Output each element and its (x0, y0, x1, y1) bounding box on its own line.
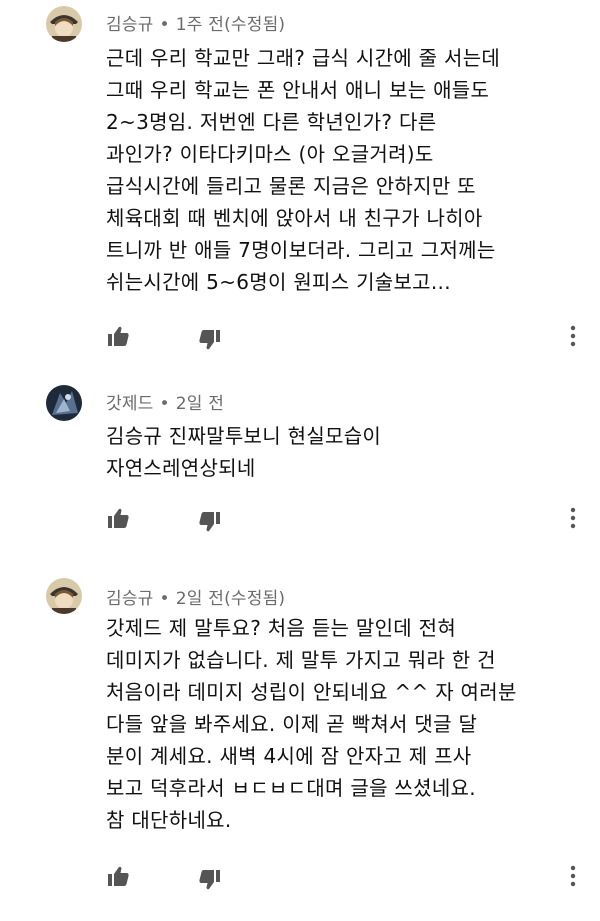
comment-meta: 김승규 • 1주 전(수정됨) (106, 10, 285, 35)
comment-actions (0, 506, 600, 536)
comment-text: 근데 우리 학교만 그래? 급식 시간에 줄 서는데 그때 우리 학교는 폰 안… (106, 42, 576, 298)
thumbs-down-icon[interactable] (198, 328, 222, 352)
thumbs-up-icon[interactable] (106, 506, 130, 530)
comment-line: 보고 덕후라서 ㅂㄷㅂㄷ대며 글을 쓰셨네요. (106, 776, 476, 800)
comment-line: 급식시간에 들리고 물론 지금은 안하지만 또 (106, 174, 476, 198)
meta-separator: • (159, 394, 170, 414)
comment-meta: 갓제드 • 2일 전 (106, 389, 224, 414)
comment-line: 체육대회 때 벤치에 앉아서 내 친구가 나히아 (106, 206, 483, 230)
more-options-icon[interactable] (566, 506, 580, 530)
comment-line: 그때 우리 학교는 폰 안내서 애니 보는 애들도 (106, 78, 490, 102)
more-options-icon[interactable] (566, 324, 580, 348)
comment-line: 트니까 반 애들 7명이보더라. 그리고 그저께는 (106, 238, 496, 262)
author-name[interactable]: 갓제드 (106, 394, 154, 414)
comment-line: 데미지가 없습니다. 제 말투 가지고 뭐라 한 건 (106, 648, 496, 672)
meta-separator: • (159, 589, 170, 609)
comment-actions (0, 864, 600, 894)
comment-actions (0, 324, 600, 354)
comment-line: 2~3명임. 저번엔 다른 학년인가? 다른 (106, 110, 437, 134)
comment-line: 처음이라 데미지 성립이 안되네요 ^^ 자 여러분 (106, 680, 517, 704)
comment-line: 과인가? 이타다키마스 (아 오글거려)도 (106, 142, 434, 166)
more-options-icon[interactable] (566, 864, 580, 888)
comment-time: 1주 전(수정됨) (175, 15, 286, 35)
avatar[interactable] (46, 6, 82, 42)
comment-meta: 김승규 • 2일 전(수정됨) (106, 584, 285, 609)
avatar[interactable] (46, 578, 82, 614)
comment-line: 김승규 진짜말투보니 현실모습이 (106, 424, 382, 448)
comment-line: 자연스레연상되네 (106, 456, 256, 480)
comment-time: 2일 전(수정됨) (175, 589, 286, 609)
thumbs-up-icon[interactable] (106, 324, 130, 348)
comment-line: 쉬는시간에 5~6명이 원피스 기술보고... (106, 270, 451, 294)
thumbs-down-icon[interactable] (198, 510, 222, 534)
comment-line: 갓제드 제 말투요? 처음 듣는 말인데 전혀 (106, 616, 457, 640)
comment-text: 김승규 진짜말투보니 현실모습이 자연스레연상되네 (106, 420, 576, 484)
thumbs-down-icon[interactable] (198, 868, 222, 892)
thumbs-up-icon[interactable] (106, 864, 130, 888)
comment-line: 근데 우리 학교만 그래? 급식 시간에 줄 서는데 (106, 46, 501, 70)
comment-text: 갓제드 제 말투요? 처음 듣는 말인데 전혀 데미지가 없습니다. 제 말투 … (106, 612, 576, 836)
author-name[interactable]: 김승규 (106, 589, 154, 609)
comment-line: 다들 앞을 봐주세요. 이제 곧 빡쳐서 댓글 달 (106, 712, 478, 736)
comment-time: 2일 전 (175, 394, 225, 414)
avatar[interactable] (46, 385, 82, 421)
meta-separator: • (159, 15, 170, 35)
comment-line: 분이 계세요. 새벽 4시에 잠 안자고 제 프사 (106, 744, 472, 768)
author-name[interactable]: 김승규 (106, 15, 154, 35)
comment-line: 참 대단하네요. (106, 808, 232, 832)
